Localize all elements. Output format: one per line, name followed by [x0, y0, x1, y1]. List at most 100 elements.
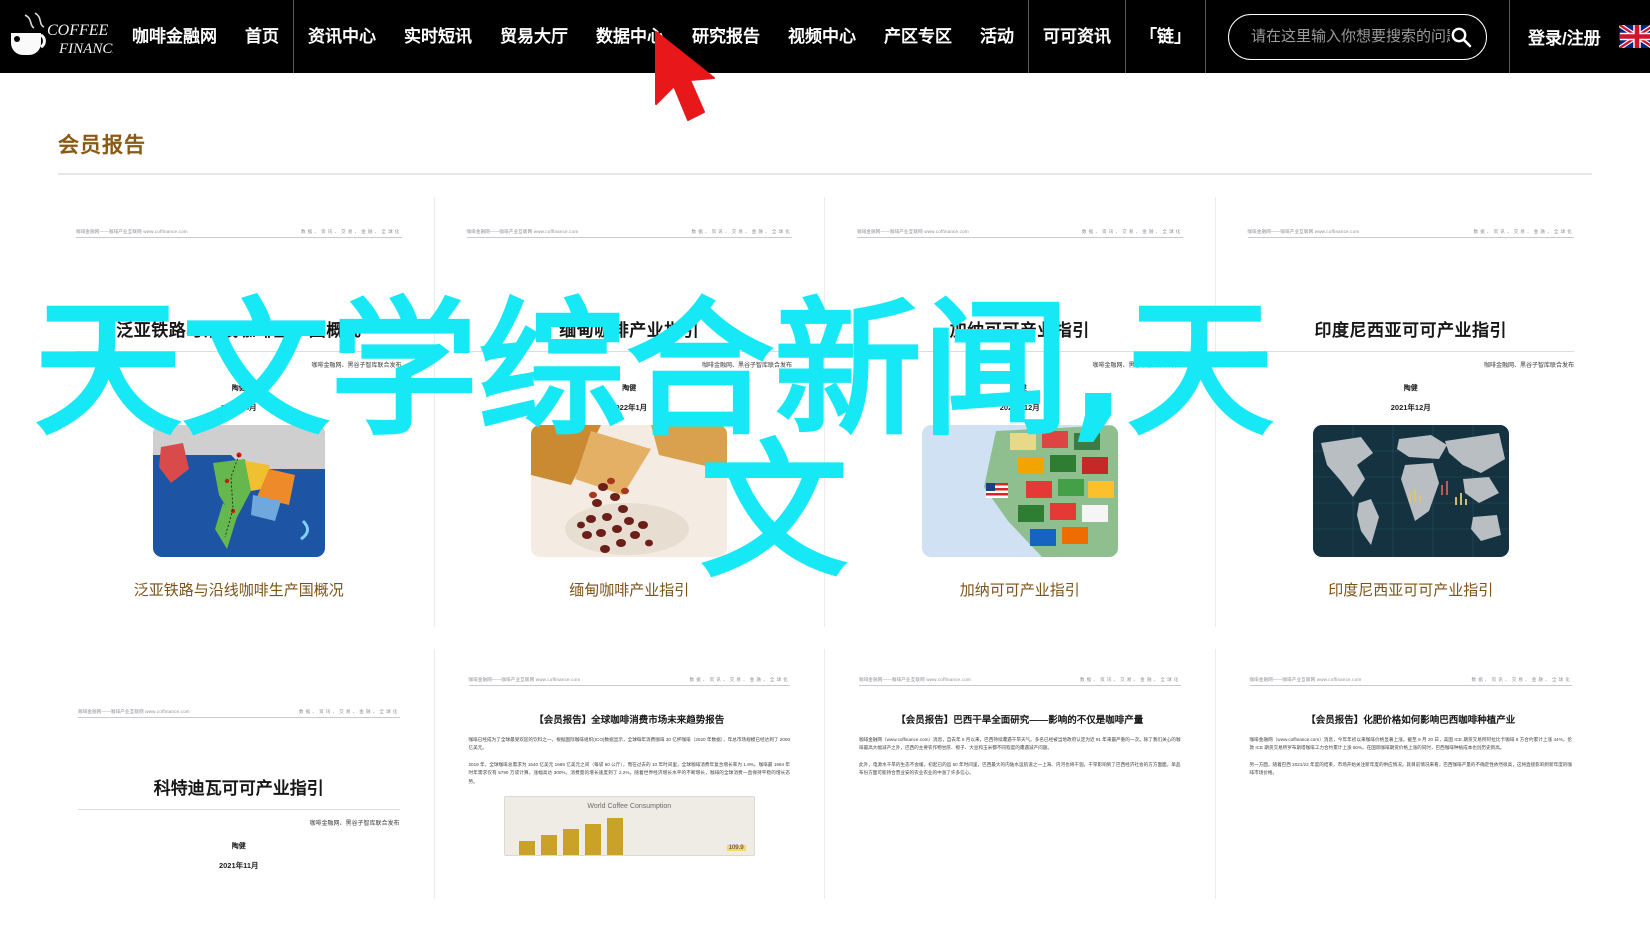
doc-header: 咖啡金融网——咖啡产业互联网 www.coffinance.com 数据、资讯、…	[468, 677, 790, 686]
report-cover-title: 科特迪瓦可可产业指引	[153, 779, 324, 798]
chain-nav-group: 「链」	[1126, 0, 1205, 73]
article-title: 【会员报告】巴西干旱全面研究——影响的不仅是咖啡产量	[896, 715, 1144, 726]
doc-title-rule	[857, 351, 1183, 352]
report-publisher: 咖啡金融网、黑谷子智库联合发布	[1092, 363, 1183, 369]
doc-header-right: 数据、资讯、交易、金融、全球化	[299, 709, 400, 714]
article-title: 【会员报告】化肥价格如何影响巴西咖啡种植产业	[1306, 715, 1516, 726]
doc-header: 咖啡金融网——咖啡产业互联网 www.coffinance.com 数据、资讯、…	[1247, 229, 1574, 238]
search-input[interactable]	[1251, 28, 1450, 45]
search-icon[interactable]	[1450, 26, 1472, 48]
report-caption[interactable]: 缅甸咖啡产业指引	[449, 579, 811, 600]
report-date: 2022年1月	[611, 403, 648, 412]
report-caption[interactable]: 加纳可可产业指引	[839, 579, 1201, 600]
report-card[interactable]: 咖啡金融网——咖啡产业互联网 www.coffinance.com 数据、资讯、…	[435, 197, 825, 627]
report-thumbnail: 咖啡金融网——咖啡产业互联网 www.coffinance.com 数据、资讯、…	[1229, 215, 1592, 571]
doc-header-left: 咖啡金融网——咖啡产业互联网 www.coffinance.com	[857, 229, 969, 234]
doc-title-rule	[76, 351, 402, 352]
doc-header-right: 数据、资讯、交易、金融、全球化	[689, 677, 790, 682]
report-thumbnail: 咖啡金融网——咖啡产业互联网 www.coffinance.com 数据、资讯、…	[58, 663, 420, 899]
doc-header: 咖啡金融网——咖啡产业互联网 www.coffinance.com 数据、资讯、…	[78, 709, 400, 718]
doc-header-left: 咖啡金融网——咖啡产业互联网 www.coffinance.com	[466, 229, 579, 234]
doc-header-left: 咖啡金融网——咖啡产业互联网 www.coffinance.com	[1249, 677, 1362, 682]
report-author: 陶健	[1403, 385, 1418, 392]
nav-item-cocoa-news[interactable]: 可可资讯	[1029, 0, 1125, 73]
report-card[interactable]: 咖啡金融网——咖啡产业互联网 www.coffinance.com 数据、资讯、…	[1216, 649, 1607, 899]
nav-item-events[interactable]: 活动	[966, 0, 1028, 73]
report-author: 陶健	[1012, 385, 1027, 392]
site-logo[interactable]: COFFEE FINANCE	[0, 0, 118, 73]
doc-header: 咖啡金融网——咖啡产业互联网 www.coffinance.com 数据、资讯、…	[859, 677, 1181, 686]
svg-text:FINANCE: FINANCE	[58, 41, 113, 57]
nav-item-research-reports[interactable]: 研究报告	[678, 0, 774, 73]
article-paragraph: 此外，电源水干旱的生态不会缓。初起已的运 50 年时间里，巴西最大的内陆水运航道…	[859, 761, 1181, 776]
report-author: 陶健	[231, 843, 246, 850]
report-publisher: 咖啡金融网、黑谷子智库联合发布	[311, 363, 402, 369]
svg-text:COFFEE: COFFEE	[47, 22, 109, 39]
nav-divider-4	[1205, 0, 1206, 73]
nav-item-origin-zone[interactable]: 产区专区	[870, 0, 966, 73]
report-cover-title: 缅甸咖啡产业指引	[559, 321, 700, 340]
report-publisher: 咖啡金融网、黑谷子智库联合发布	[701, 363, 792, 369]
doc-header: 咖啡金融网——咖啡产业互联网 www.coffinance.com 数据、资讯、…	[76, 229, 402, 238]
report-thumbnail: 咖啡金融网——咖啡产业互联网 www.coffinance.com 数据、资讯、…	[839, 215, 1201, 571]
report-card[interactable]: 咖啡金融网——咖啡产业互联网 www.coffinance.com 数据、资讯、…	[1216, 197, 1607, 627]
doc-title-rule	[466, 351, 792, 352]
page-content: 会员报告 咖啡金融网——咖啡产业互联网 www.coffinance.com 数…	[0, 73, 1650, 899]
doc-header-left: 咖啡金融网——咖啡产业互联网 www.coffinance.com	[468, 677, 581, 682]
nav-item-home[interactable]: 首页	[231, 0, 293, 73]
nav-item-news-center[interactable]: 资讯中心	[294, 0, 390, 73]
southeast-asia-railway-map-image	[152, 425, 325, 557]
doc-header-left: 咖啡金融网——咖啡产业互联网 www.coffinance.com	[859, 677, 971, 682]
nav-item-brand-home[interactable]: 咖啡金融网	[118, 0, 231, 73]
login-register-link[interactable]: 登录/注册	[1510, 24, 1619, 49]
search-box[interactable]	[1228, 13, 1487, 60]
report-thumbnail: 咖啡金融网——咖啡产业互联网 www.coffinance.com 数据、资讯、…	[1229, 663, 1592, 899]
doc-title-rule	[1247, 351, 1574, 352]
nav-item-data-center[interactable]: 数据中心	[582, 0, 678, 73]
doc-header-right: 数据、资讯、交易、金融、全球化	[301, 229, 402, 234]
article-paragraph: 咖啡金融网（www.coffinance.com）消息，今年年初以来咖啡价格显著…	[1249, 737, 1573, 751]
doc-header-right: 数据、资讯、交易、金融、全球化	[1471, 677, 1572, 682]
doc-header-right: 数据、资讯、交易、金融、全球化	[1080, 677, 1181, 682]
doc-header-left: 咖啡金融网——咖啡产业互联网 www.coffinance.com	[76, 229, 188, 234]
reports-grid-top: 咖啡金融网——咖啡产业互联网 www.coffinance.com 数据、资讯、…	[44, 197, 1606, 627]
report-cover-title: 印度尼西亚可可产业指引	[1314, 321, 1507, 340]
report-card[interactable]: 咖啡金融网——咖啡产业互联网 www.coffinance.com 数据、资讯、…	[44, 649, 435, 899]
report-cover-title: 加纳可可产业指引	[949, 321, 1090, 340]
report-thumbnail: 咖啡金融网——咖啡产业互联网 www.coffinance.com 数据、资讯、…	[58, 215, 420, 571]
nav-item-live-news[interactable]: 实时短讯	[390, 0, 486, 73]
top-navigation-bar: COFFEE FINANCE 咖啡金融网 首页 资讯中心 实时短讯 贸易大厅 数…	[0, 0, 1650, 73]
report-date: 2021年12月	[1390, 403, 1431, 412]
report-caption[interactable]: 泛亚铁路与沿线咖啡生产国概况	[58, 579, 420, 600]
report-card[interactable]: 咖啡金融网——咖啡产业互联网 www.coffinance.com 数据、资讯、…	[435, 649, 825, 899]
main-nav-group: 资讯中心 实时短讯 贸易大厅 数据中心 研究报告 视频中心 产区专区 活动	[294, 0, 1028, 73]
report-card[interactable]: 咖啡金融网——咖啡产业互联网 www.coffinance.com 数据、资讯、…	[44, 197, 435, 627]
coffee-cherries-photo-image	[531, 425, 728, 557]
report-date: 2021年12月	[999, 403, 1040, 412]
doc-header-right: 数据、资讯、交易、金融、全球化	[1082, 229, 1183, 234]
doc-header-right: 数据、资讯、交易、金融、全球化	[1473, 229, 1574, 234]
chart-value: 109.9	[726, 845, 746, 852]
report-publisher: 咖啡金融网、黑谷子智库联合发布	[1483, 363, 1574, 369]
nav-item-video-center[interactable]: 视频中心	[774, 0, 870, 73]
dark-world-map-image	[1312, 425, 1509, 557]
article-chart: World Coffee Consumption 109.9	[503, 796, 755, 857]
report-publisher: 咖啡金融网、黑谷子智库联合发布	[309, 821, 400, 827]
reports-grid-bottom: 咖啡金融网——咖啡产业互联网 www.coffinance.com 数据、资讯、…	[44, 649, 1606, 899]
report-cover-title: 泛亚铁路与沿线咖啡生产国概况	[116, 321, 362, 340]
page-title: 会员报告	[58, 134, 146, 157]
title-divider	[58, 173, 1592, 175]
doc-title-rule	[78, 809, 400, 810]
nav-item-chain[interactable]: 「链」	[1126, 0, 1205, 73]
report-caption[interactable]: 印度尼西亚可可产业指引	[1230, 579, 1593, 600]
page-root: COFFEE FINANCE 咖啡金融网 首页 资讯中心 实时短讯 贸易大厅 数…	[0, 0, 1650, 942]
uk-flag-icon[interactable]	[1618, 23, 1650, 50]
report-thumbnail: 咖啡金融网——咖啡产业互联网 www.coffinance.com 数据、资讯、…	[839, 663, 1201, 899]
report-card[interactable]: 咖啡金融网——咖啡产业互联网 www.coffinance.com 数据、资讯、…	[825, 197, 1216, 627]
nav-item-trade-hall[interactable]: 贸易大厅	[486, 0, 582, 73]
report-thumbnail: 咖啡金融网——咖啡产业互联网 www.coffinance.com 数据、资讯、…	[448, 663, 810, 899]
doc-header-left: 咖啡金融网——咖啡产业互联网 www.coffinance.com	[78, 709, 190, 714]
report-card[interactable]: 咖啡金融网——咖啡产业互联网 www.coffinance.com 数据、资讯、…	[825, 649, 1216, 899]
report-date: 2021年11月	[218, 861, 259, 870]
doc-header: 咖啡金融网——咖啡产业互联网 www.coffinance.com 数据、资讯、…	[857, 229, 1183, 238]
